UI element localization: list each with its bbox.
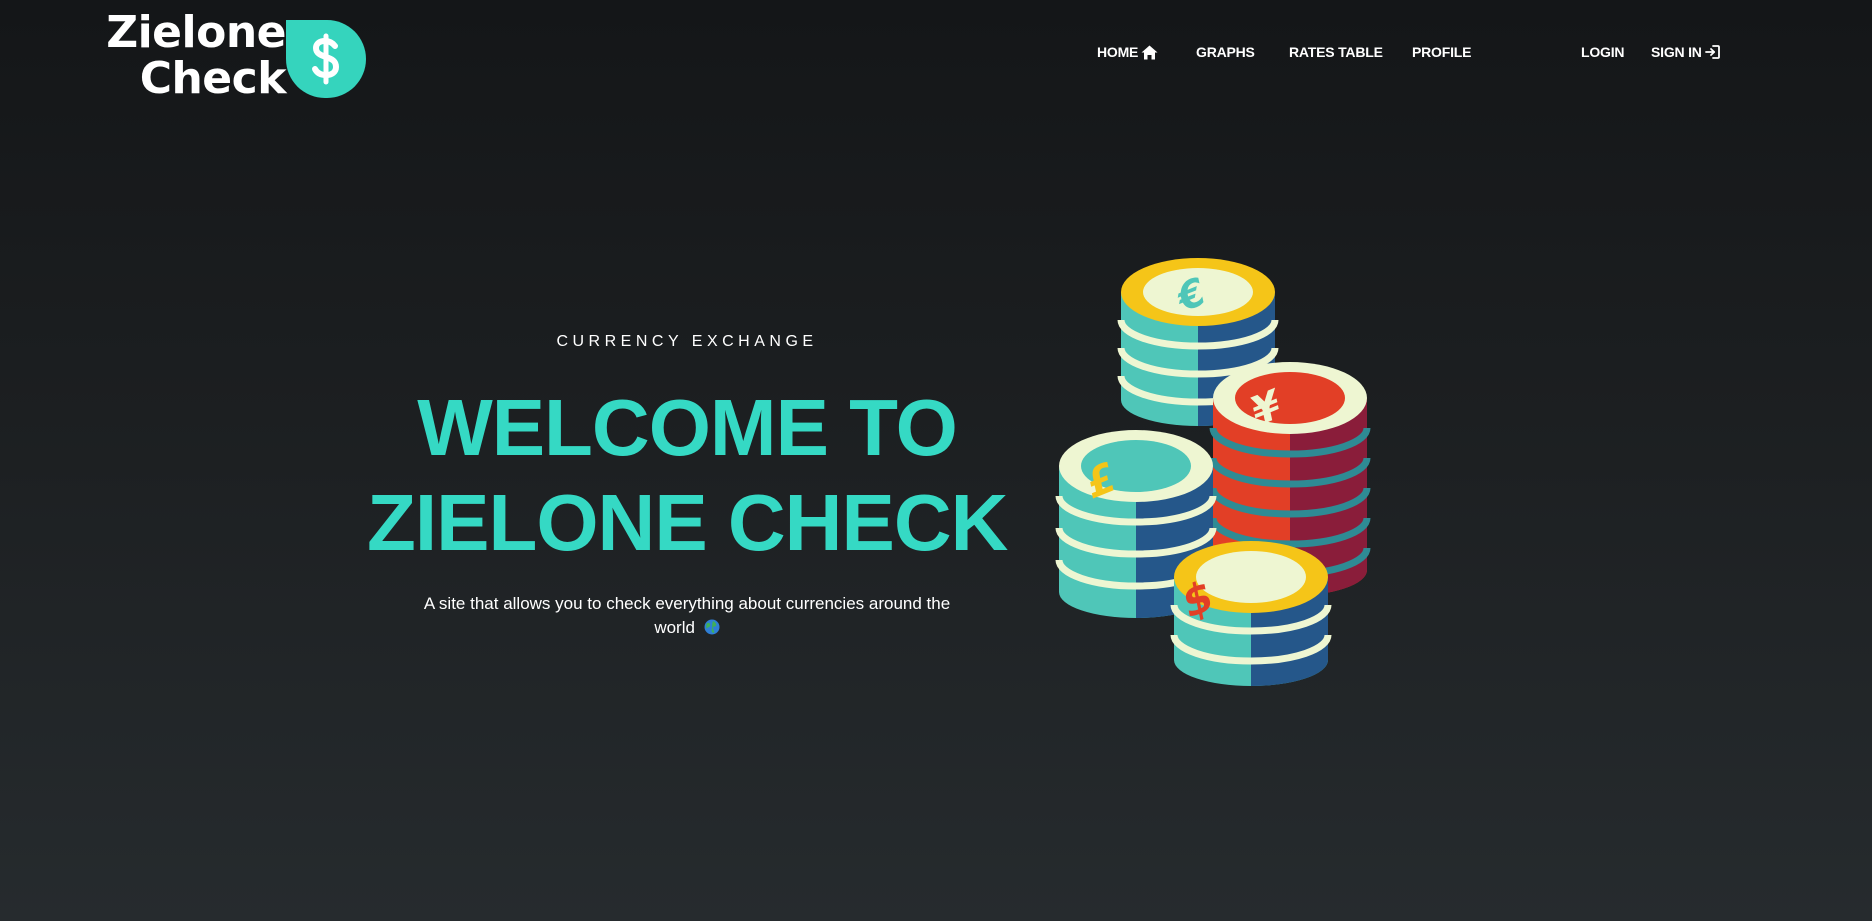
hero-kicker: CURRENCY EXCHANGE [556, 333, 818, 350]
nav-profile-label: PROFILE [1412, 44, 1472, 60]
brand-wordmark: Zielone Check [106, 10, 286, 102]
hero-title-line-2: ZIELONE CHECK [367, 478, 1008, 567]
coin-stacks-illustration: € ¥ £ $ [1055, 258, 1371, 686]
nav-sign-in-label: SIGN IN [1651, 44, 1702, 60]
dollar-icon [312, 33, 340, 85]
hero-description: A site that allows you to check everythi… [407, 592, 967, 640]
nav-login[interactable]: LOGIN [1581, 44, 1625, 60]
hero-description-text: A site that allows you to check everythi… [423, 594, 951, 637]
nav-home[interactable]: HOME [1097, 44, 1158, 60]
brand-line-2: Check [139, 53, 287, 104]
nav-sign-in[interactable]: SIGN IN [1651, 44, 1720, 60]
home-icon [1141, 45, 1158, 59]
nav-rates-table[interactable]: RATES TABLE [1289, 44, 1383, 60]
hero-title: WELCOME TO ZIELONE CHECK [367, 380, 1008, 570]
brand-line-1: Zielone [106, 7, 286, 58]
nav-rates-table-label: RATES TABLE [1289, 44, 1383, 60]
sign-in-icon [1704, 45, 1720, 59]
globe-icon [704, 619, 720, 635]
nav-profile[interactable]: PROFILE [1412, 44, 1471, 60]
nav-login-label: LOGIN [1581, 44, 1625, 60]
brand-logo[interactable]: Zielone Check [106, 10, 376, 102]
dollar-badge-icon [286, 20, 366, 98]
hero-title-line-1: WELCOME TO [417, 383, 958, 472]
nav-graphs[interactable]: GRAPHS [1196, 44, 1255, 60]
nav-home-label: HOME [1097, 44, 1139, 60]
dollar-coin-stack: $ [1170, 541, 1332, 686]
nav-graphs-label: GRAPHS [1196, 44, 1255, 60]
